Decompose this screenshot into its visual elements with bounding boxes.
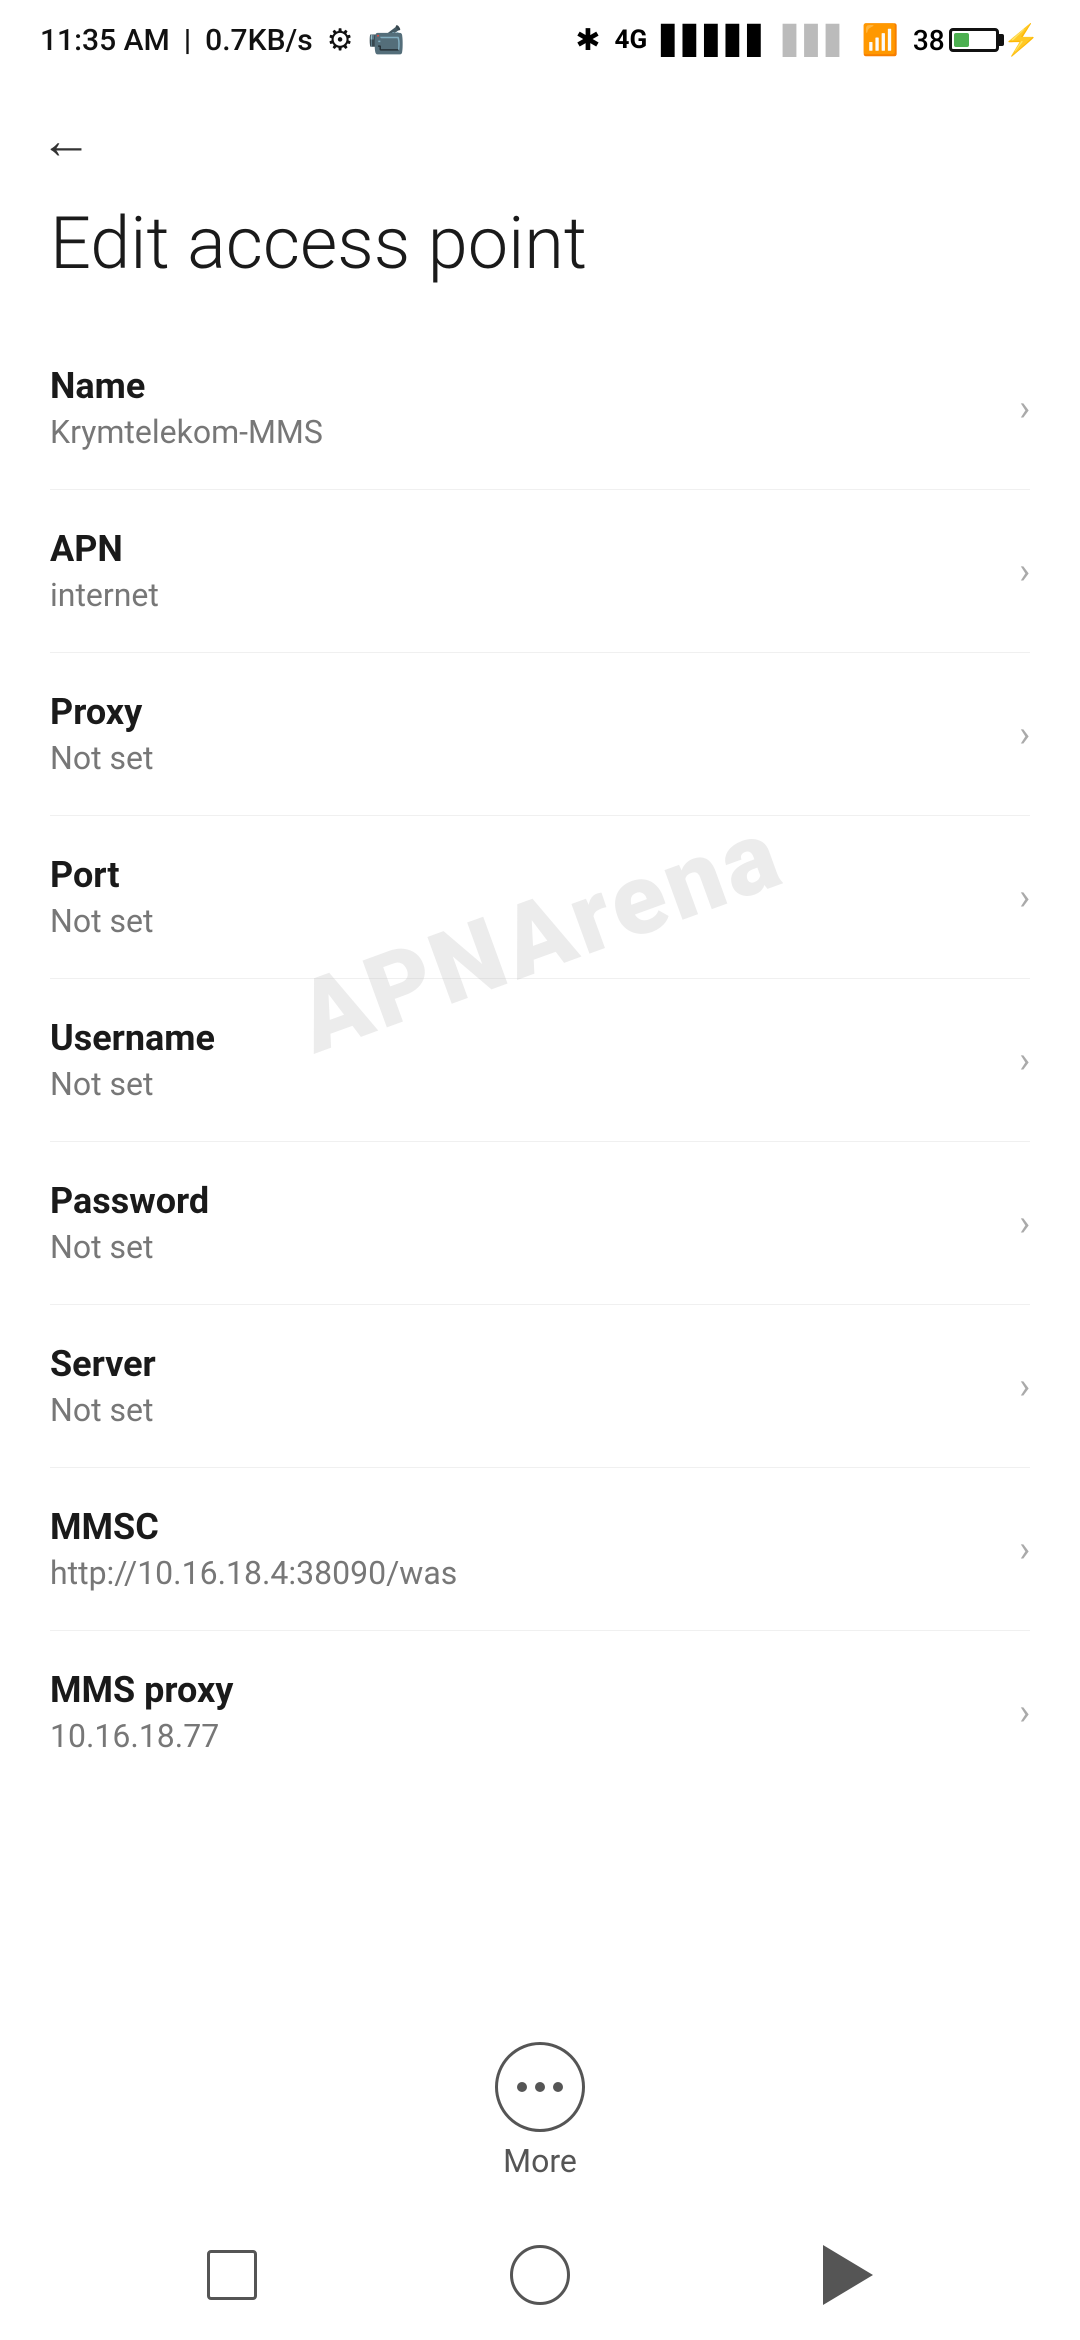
- settings-list: Name Krymtelekom-MMS › APN internet › Proxy Not…: [0, 327, 1080, 1793]
- chevron-right-icon-1: ›: [1019, 550, 1030, 592]
- separator: |: [184, 23, 191, 58]
- settings-item-value-0: Krymtelekom-MMS: [50, 413, 999, 451]
- settings-item-label-2: Proxy: [50, 691, 999, 733]
- settings-item-mms-proxy[interactable]: MMS proxy 10.16.18.77 ›: [50, 1631, 1030, 1793]
- more-label: More: [503, 2142, 577, 2180]
- wifi-icon: 📶: [861, 23, 898, 58]
- settings-item-value-8: 10.16.18.77: [50, 1717, 999, 1755]
- back-nav-button[interactable]: [823, 2245, 873, 2305]
- settings-item-value-1: internet: [50, 576, 999, 614]
- time-label: 11:35 AM: [40, 23, 170, 58]
- settings-item-content-4: Username Not set: [50, 1017, 999, 1103]
- settings-item-password[interactable]: Password Not set ›: [50, 1142, 1030, 1305]
- chevron-right-icon-7: ›: [1019, 1528, 1030, 1570]
- settings-item-content-5: Password Not set: [50, 1180, 999, 1266]
- settings-item-label-5: Password: [50, 1180, 999, 1222]
- more-dots: [517, 2082, 563, 2092]
- back-arrow-icon[interactable]: ←: [40, 110, 92, 171]
- battery-percent: 38: [913, 24, 945, 57]
- chevron-right-icon-4: ›: [1019, 1039, 1030, 1081]
- status-right: ✱ 4G ▋▋▋▋▋ ▋▋▋ 📶 38 ⚡: [575, 23, 1040, 58]
- chevron-right-icon-5: ›: [1019, 1202, 1030, 1244]
- home-button[interactable]: [510, 2245, 570, 2305]
- battery-indicator: [949, 28, 999, 52]
- settings-item-label-0: Name: [50, 365, 999, 407]
- chevron-right-icon-3: ›: [1019, 876, 1030, 918]
- settings-item-content-0: Name Krymtelekom-MMS: [50, 365, 999, 451]
- settings-item-value-6: Not set: [50, 1391, 999, 1429]
- settings-item-label-4: Username: [50, 1017, 999, 1059]
- signal-bars-icon: ▋▋▋▋▋: [661, 24, 769, 57]
- chevron-right-icon-2: ›: [1019, 713, 1030, 755]
- settings-item-content-3: Port Not set: [50, 854, 999, 940]
- settings-item-value-3: Not set: [50, 902, 999, 940]
- bluetooth-icon: ✱: [575, 23, 600, 58]
- back-nav-icon: [823, 2245, 873, 2305]
- signal-4g-icon: 4G: [615, 25, 648, 55]
- settings-item-content-1: APN internet: [50, 528, 999, 614]
- more-button[interactable]: More: [495, 2042, 585, 2180]
- settings-item-label-6: Server: [50, 1343, 999, 1385]
- status-left: 11:35 AM | 0.7KB/s ⚙ 📹: [40, 23, 405, 58]
- settings-item-value-7: http://10.16.18.4:38090/was: [50, 1554, 999, 1592]
- settings-item-name[interactable]: Name Krymtelekom-MMS ›: [50, 327, 1030, 490]
- settings-item-value-4: Not set: [50, 1065, 999, 1103]
- settings-item-value-5: Not set: [50, 1228, 999, 1266]
- lightning-icon: ⚡: [1003, 23, 1040, 58]
- recent-apps-button[interactable]: [207, 2250, 257, 2300]
- recent-apps-icon: [207, 2250, 257, 2300]
- settings-item-content-6: Server Not set: [50, 1343, 999, 1429]
- settings-item-label-8: MMS proxy: [50, 1669, 999, 1711]
- home-icon: [510, 2245, 570, 2305]
- settings-icon: ⚙: [327, 23, 354, 58]
- battery-fill: [954, 33, 969, 47]
- settings-item-value-2: Not set: [50, 739, 999, 777]
- video-icon: 📹: [368, 23, 405, 58]
- chevron-right-icon-0: ›: [1019, 387, 1030, 429]
- navigation-bar: [0, 2210, 1080, 2340]
- page-title: Edit access point: [0, 181, 1080, 327]
- dot1: [517, 2082, 527, 2092]
- chevron-right-icon-6: ›: [1019, 1365, 1030, 1407]
- settings-item-content-7: MMSC http://10.16.18.4:38090/was: [50, 1506, 999, 1592]
- back-button[interactable]: ←: [0, 80, 1080, 181]
- settings-item-server[interactable]: Server Not set ›: [50, 1305, 1030, 1468]
- settings-item-apn[interactable]: APN internet ›: [50, 490, 1030, 653]
- settings-item-username[interactable]: Username Not set ›: [50, 979, 1030, 1142]
- settings-item-port[interactable]: Port Not set ›: [50, 816, 1030, 979]
- settings-item-content-8: MMS proxy 10.16.18.77: [50, 1669, 999, 1755]
- more-circle-icon: [495, 2042, 585, 2132]
- status-bar: 11:35 AM | 0.7KB/s ⚙ 📹 ✱ 4G ▋▋▋▋▋ ▋▋▋ 📶 …: [0, 0, 1080, 80]
- dot2: [535, 2082, 545, 2092]
- settings-item-label-3: Port: [50, 854, 999, 896]
- dot3: [553, 2082, 563, 2092]
- signal-bars2-icon: ▋▋▋: [783, 24, 848, 57]
- settings-item-content-2: Proxy Not set: [50, 691, 999, 777]
- settings-item-proxy[interactable]: Proxy Not set ›: [50, 653, 1030, 816]
- settings-item-label-1: APN: [50, 528, 999, 570]
- settings-item-label-7: MMSC: [50, 1506, 999, 1548]
- settings-item-mmsc[interactable]: MMSC http://10.16.18.4:38090/was ›: [50, 1468, 1030, 1631]
- chevron-right-icon-8: ›: [1019, 1691, 1030, 1733]
- battery-box: 38 ⚡: [913, 23, 1040, 58]
- speed-label: 0.7KB/s: [205, 23, 312, 58]
